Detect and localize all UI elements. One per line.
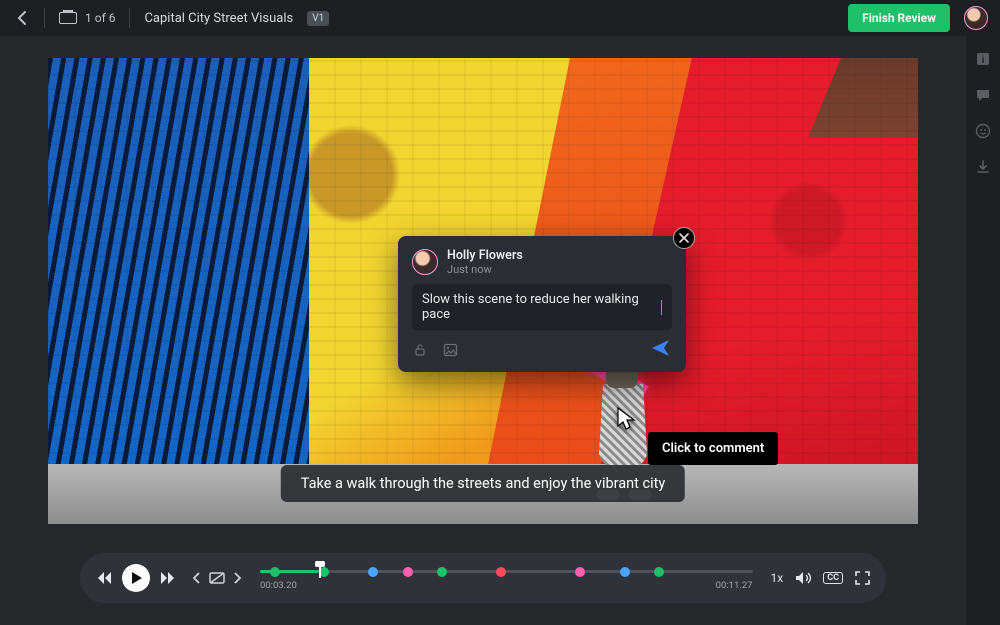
lock-icon[interactable] — [412, 342, 428, 358]
video-viewport[interactable]: Click to comment Take a walk through the… — [48, 58, 918, 524]
svg-text:i: i — [982, 55, 985, 66]
video-caption: Take a walk through the streets and enjo… — [281, 465, 685, 502]
next-marker-button[interactable] — [234, 572, 242, 584]
user-avatar[interactable] — [964, 6, 988, 30]
timeline-marker[interactable] — [496, 567, 506, 577]
close-comment-button[interactable] — [673, 227, 695, 249]
skip-forward-button[interactable] — [160, 571, 176, 585]
download-icon[interactable] — [974, 158, 992, 176]
clip-counter[interactable]: 1 of 6 — [59, 11, 115, 25]
total-time: 00:11.27 — [716, 580, 753, 591]
divider — [129, 8, 130, 28]
filmstrip-icon — [59, 12, 77, 24]
info-icon[interactable]: i — [974, 50, 992, 68]
people-icon[interactable] — [974, 122, 992, 140]
image-attachment-icon[interactable] — [442, 342, 458, 358]
player-controls: 00:03.20 00:11.27 1x CC — [80, 553, 886, 603]
comment-author-name: Holly Flowers — [447, 248, 523, 263]
timeline-marker[interactable] — [437, 567, 447, 577]
timeline-marker[interactable] — [575, 567, 585, 577]
fullscreen-button[interactable] — [855, 571, 870, 585]
timeline-marker[interactable] — [270, 567, 280, 577]
playhead[interactable] — [319, 565, 321, 578]
back-button[interactable] — [12, 11, 30, 25]
version-badge[interactable]: V1 — [307, 11, 329, 26]
current-time: 00:03.20 — [260, 580, 297, 591]
timeline-marker[interactable] — [368, 567, 378, 577]
divider — [44, 8, 45, 28]
timeline-marker[interactable] — [654, 567, 664, 577]
send-comment-button[interactable] — [650, 338, 672, 362]
timeline-marker[interactable] — [403, 567, 413, 577]
timeline[interactable]: 00:03.20 00:11.27 — [260, 563, 753, 593]
project-title: Capital City Street Visuals — [144, 11, 293, 26]
timeline-progress — [260, 570, 319, 573]
right-sidebar: i — [966, 36, 1000, 625]
cursor-icon — [616, 406, 638, 436]
closed-captions-button[interactable]: CC — [823, 572, 843, 584]
comment-author-avatar — [412, 249, 438, 275]
playback-speed-button[interactable]: 1x — [771, 571, 784, 585]
comments-icon[interactable] — [974, 86, 992, 104]
finish-review-button[interactable]: Finish Review — [848, 4, 950, 32]
play-button[interactable] — [122, 564, 150, 592]
skip-back-button[interactable] — [96, 571, 112, 585]
comment-popover: Holly Flowers Just now Slow this scene t… — [398, 236, 686, 372]
volume-icon[interactable] — [795, 571, 811, 585]
comment-tooltip: Click to comment — [648, 432, 778, 465]
loop-toggle[interactable] — [208, 571, 226, 585]
comment-input-text: Slow this scene to reduce her walking pa… — [422, 292, 659, 322]
timeline-track — [260, 570, 753, 573]
comment-timestamp: Just now — [447, 263, 523, 276]
comment-input[interactable]: Slow this scene to reduce her walking pa… — [412, 284, 672, 330]
timeline-marker[interactable] — [620, 567, 630, 577]
prev-marker-button[interactable] — [192, 572, 200, 584]
clip-counter-label: 1 of 6 — [85, 11, 115, 25]
